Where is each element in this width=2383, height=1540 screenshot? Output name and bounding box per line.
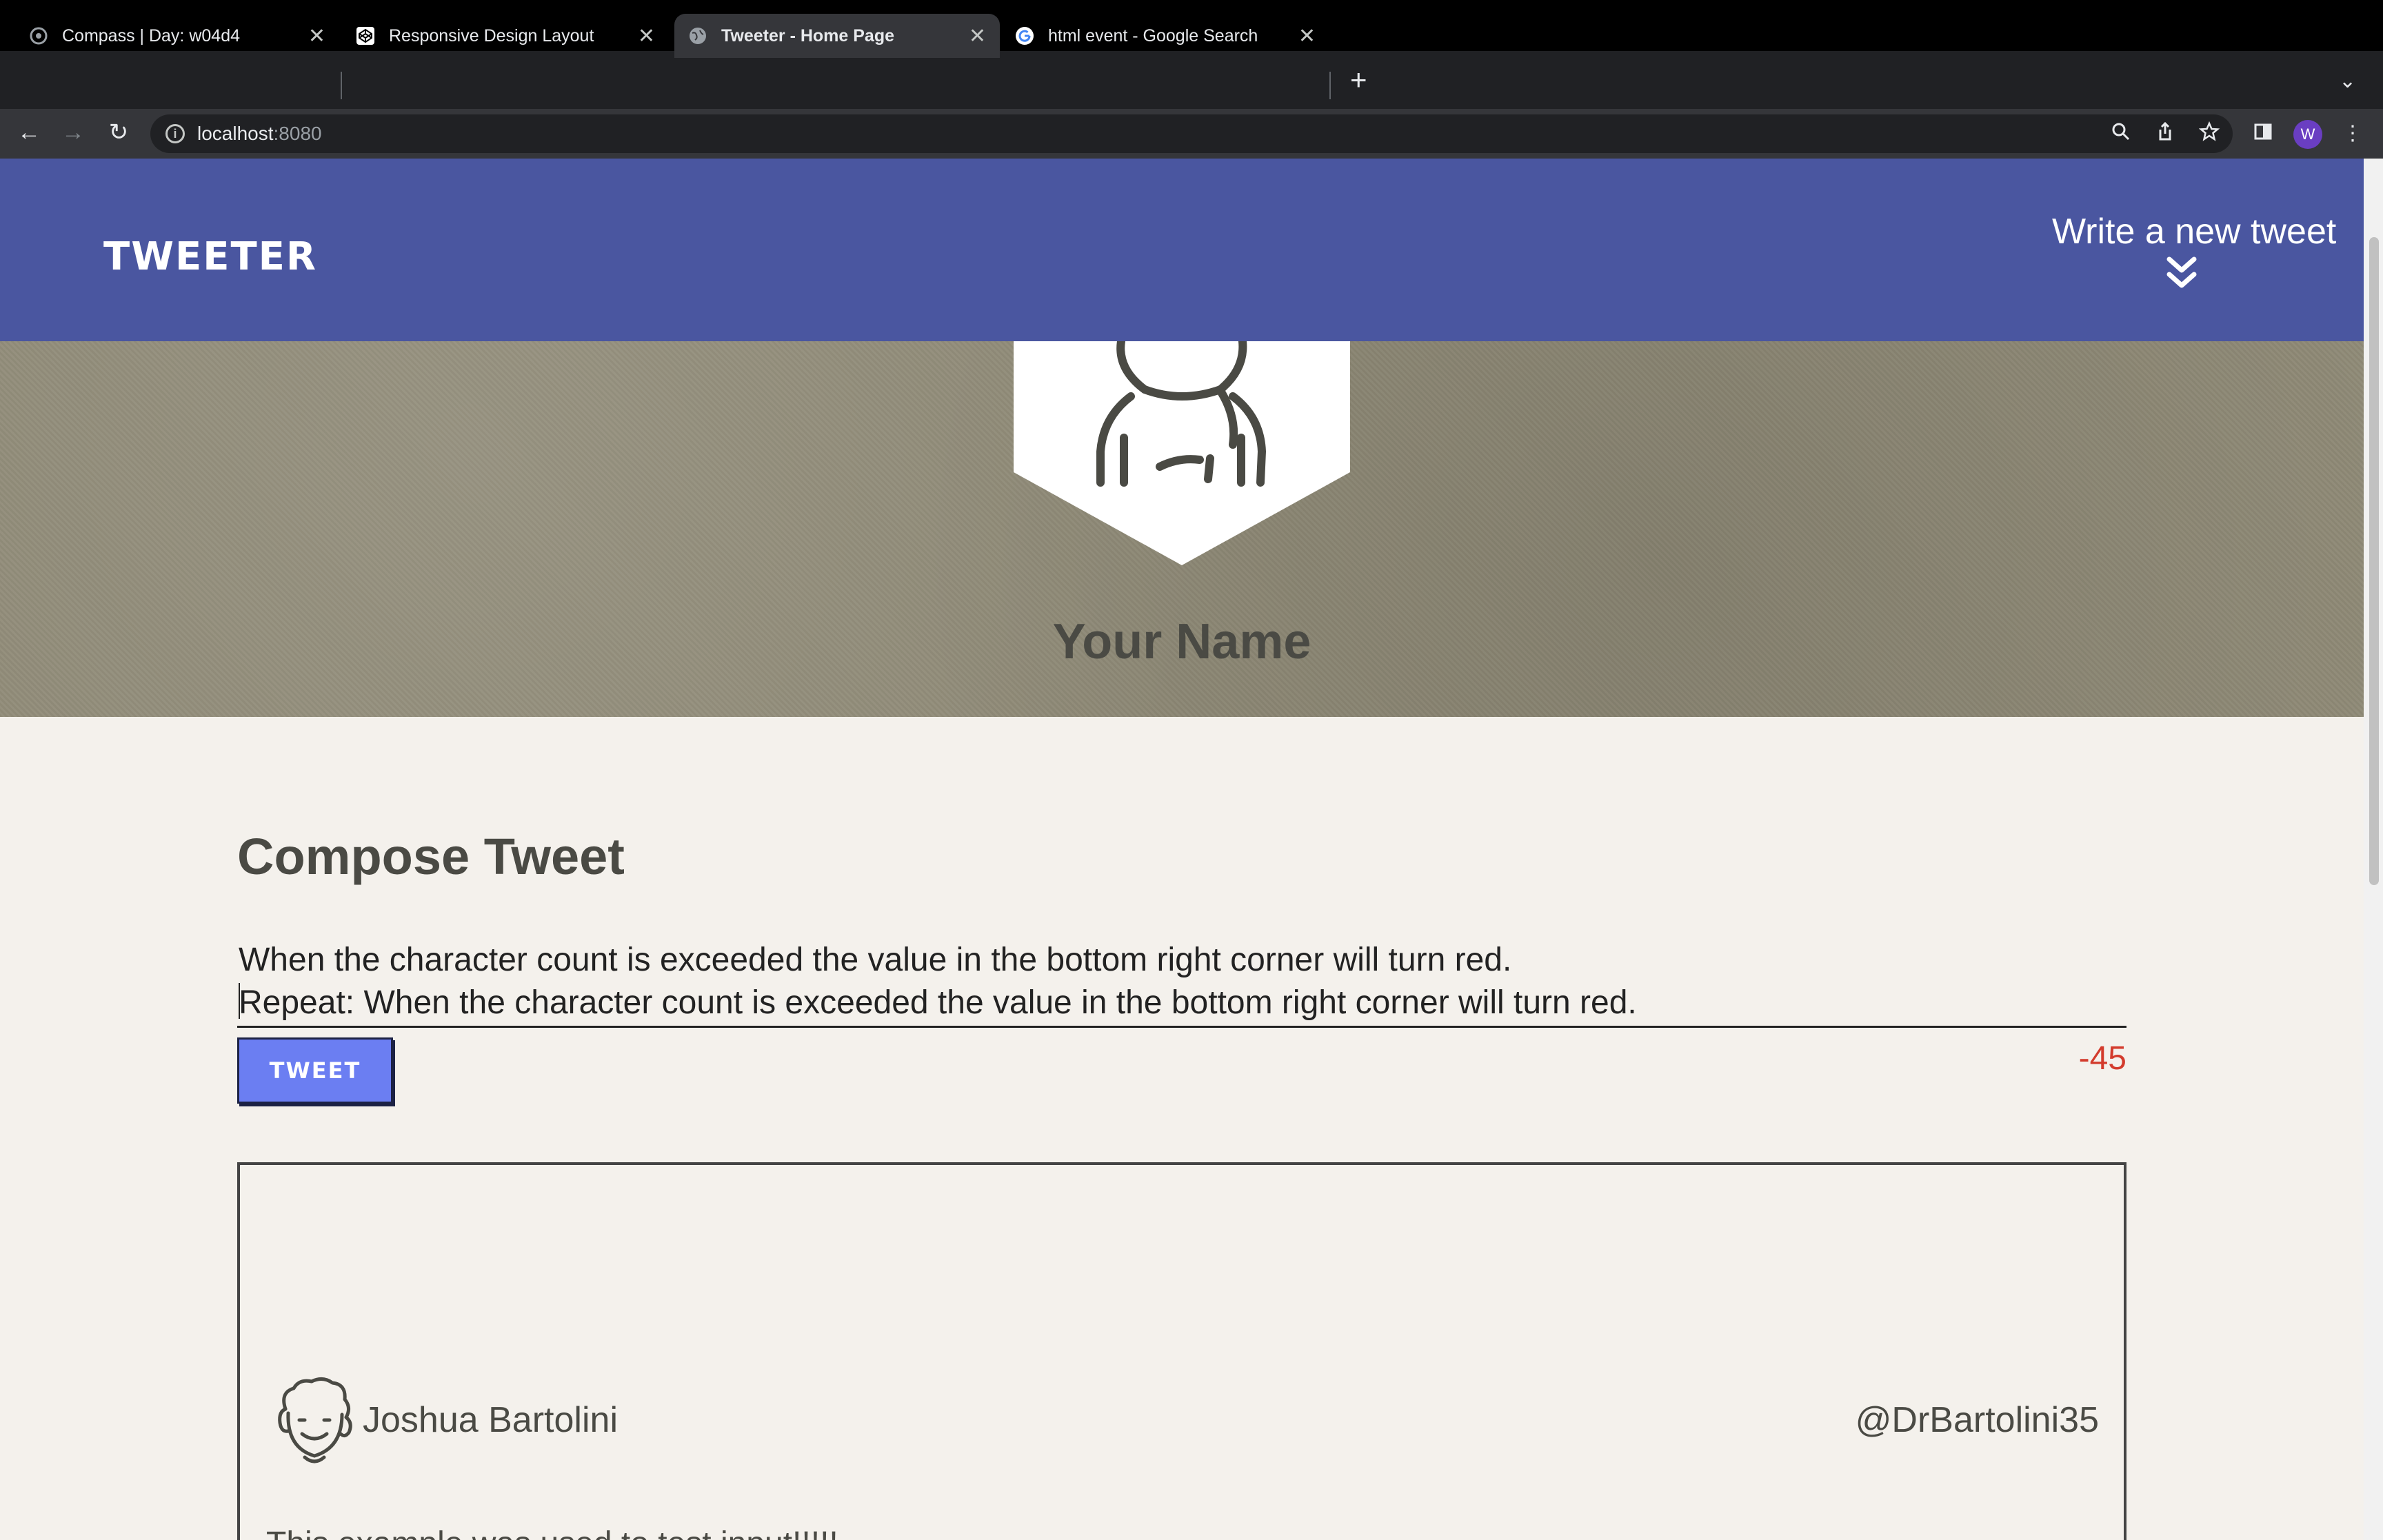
tab-search-chevron-icon[interactable]: ⌄ <box>2339 69 2356 93</box>
tab-compass[interactable]: Compass | Day: w04d4 ✕ <box>15 14 339 58</box>
google-icon <box>1015 26 1034 45</box>
double-chevron-down-icon[interactable] <box>2165 255 2198 293</box>
write-new-tweet-link[interactable]: Write a new tweet <box>2052 211 2336 252</box>
profile-avatar[interactable]: W <box>2293 120 2322 149</box>
close-icon[interactable]: ✕ <box>308 24 325 48</box>
codepen-icon <box>356 26 375 45</box>
url-host: localhost <box>197 123 274 144</box>
profile-name: Your Name <box>1052 614 1311 669</box>
tweet-textarea[interactable]: When the character count is exceeded the… <box>239 939 2126 1024</box>
tab-title: html event - Google Search <box>1048 26 1258 45</box>
textarea-line-2: Repeat: When the character count is exce… <box>239 984 1637 1021</box>
globe-icon <box>688 26 707 45</box>
forward-arrow-icon[interactable]: → <box>58 117 88 148</box>
tab-separator <box>341 72 342 99</box>
profile-banner: Your Name <box>0 341 2364 717</box>
close-icon[interactable]: ✕ <box>1298 24 1316 48</box>
tweet-button[interactable]: TWEET <box>237 1037 393 1104</box>
tab-responsive-design[interactable]: Responsive Design Layout ✕ <box>345 14 669 58</box>
profile-avatar-badge <box>1014 341 1350 565</box>
tweet-body: This example was used to test input!!!!! <box>266 1525 838 1540</box>
zoom-icon[interactable] <box>2107 121 2135 148</box>
tab-tweeter[interactable]: Tweeter - Home Page ✕ <box>674 14 1000 58</box>
close-icon[interactable]: ✕ <box>969 24 986 48</box>
textarea-line-1: When the character count is exceeded the… <box>239 942 1512 978</box>
new-tab-button[interactable]: + <box>1350 65 1367 94</box>
scrollbar-thumb[interactable] <box>2369 237 2379 885</box>
tab-title: Tweeter - Home Page <box>721 26 895 45</box>
bookmark-star-icon[interactable] <box>2195 121 2223 148</box>
reload-icon[interactable]: ↻ <box>103 117 134 148</box>
textarea-line-2-wrapper: Repeat: When the character count is exce… <box>239 982 2126 1024</box>
tab-title: Responsive Design Layout <box>389 26 594 45</box>
share-icon[interactable] <box>2151 121 2179 148</box>
more-menu-icon[interactable]: ⋮ <box>2339 121 2366 145</box>
character-counter: -45 <box>2078 1040 2126 1077</box>
tab-title: Compass | Day: w04d4 <box>62 26 240 45</box>
web-page: TWEETER Write a new tweet Your Name Comp… <box>0 159 2364 1540</box>
url-port: :8080 <box>273 123 322 144</box>
site-logo[interactable]: TWEETER <box>103 234 317 279</box>
address-bar[interactable]: i localhost :8080 <box>150 114 2233 153</box>
tweet-author-handle: @DrBartolini35 <box>1855 1400 2099 1440</box>
tab-google-search[interactable]: html event - Google Search ✕ <box>1004 14 1329 58</box>
compose-title: Compose Tweet <box>237 828 625 885</box>
user-avatar-icon <box>278 1377 352 1463</box>
compass-icon <box>29 26 48 45</box>
textarea-underline <box>237 1026 2126 1028</box>
back-arrow-icon[interactable]: ← <box>14 117 44 148</box>
tab-separator <box>1329 72 1331 99</box>
site-header: TWEETER Write a new tweet <box>0 159 2364 341</box>
close-icon[interactable]: ✕ <box>638 24 655 48</box>
screen: Compass | Day: w04d4 ✕ Responsive Design… <box>0 0 2383 1540</box>
tweet-author-name: Joshua Bartolini <box>363 1400 618 1440</box>
side-panel-icon[interactable] <box>2249 121 2277 148</box>
info-icon[interactable]: i <box>165 124 185 143</box>
tweet-card: Joshua Bartolini @DrBartolini35 This exa… <box>237 1162 2126 1540</box>
tab-strip <box>0 51 2383 109</box>
